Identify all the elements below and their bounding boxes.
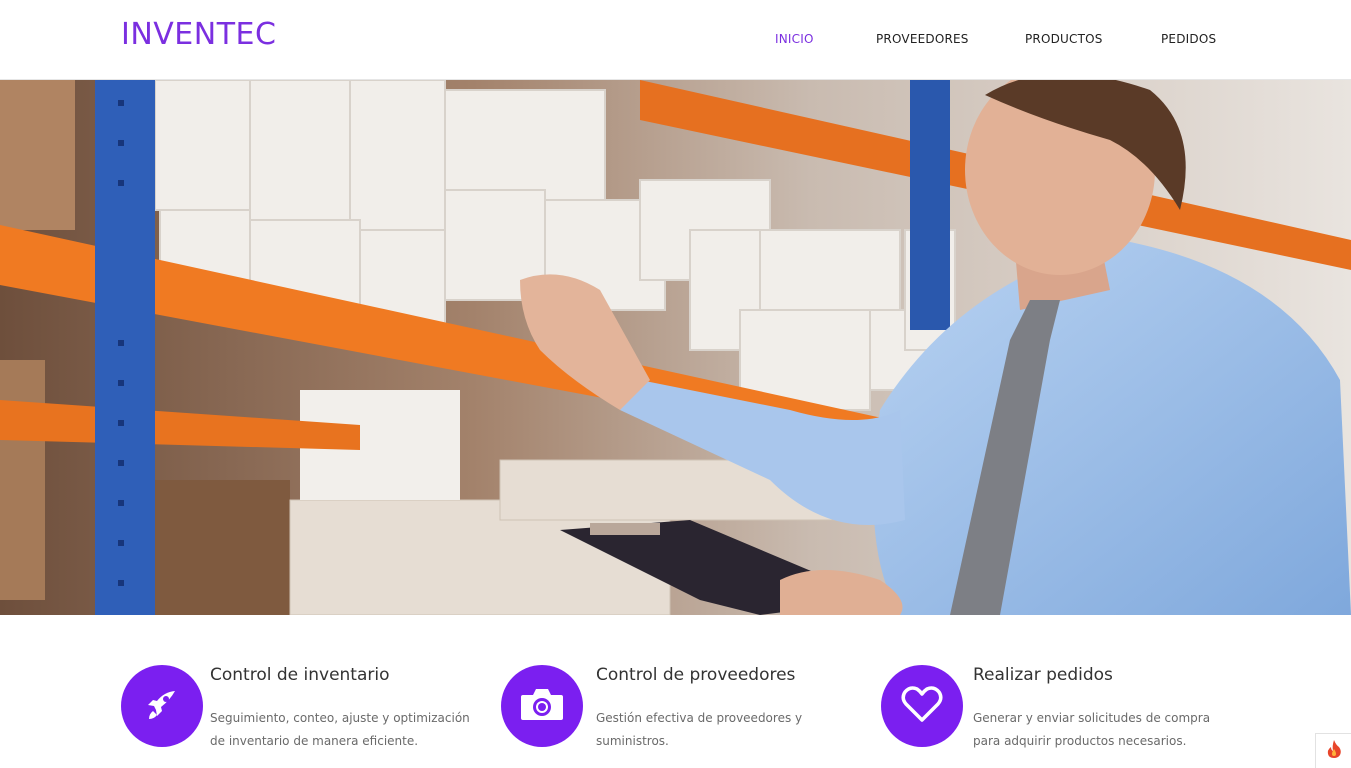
nav-link-productos[interactable]: PRODUCTOS (1025, 32, 1103, 46)
flame-icon (1325, 739, 1343, 764)
nav-link-pedidos[interactable]: PEDIDOS (1161, 32, 1216, 46)
feature-title: Realizar pedidos (973, 665, 1113, 685)
heart-icon (900, 684, 944, 729)
feature-inventario: Control de inventario Seguimiento, conte… (121, 665, 481, 755)
feature-description: Seguimiento, conteo, ajuste y optimizaci… (210, 711, 470, 748)
warehouse-photo (0, 80, 1351, 615)
feature-description: Gestión efectiva de proveedores y sumini… (596, 711, 803, 748)
nav-link-proveedores[interactable]: PROVEEDORES (876, 32, 969, 46)
camera-icon (519, 684, 565, 729)
feature-pedidos: Realizar pedidos Generar y enviar solici… (881, 665, 1241, 755)
rocket-icon (142, 684, 182, 729)
floating-widget[interactable] (1315, 733, 1351, 768)
feature-icon-circle (501, 665, 583, 747)
feature-icon-circle (881, 665, 963, 747)
feature-title: Control de inventario (210, 665, 390, 685)
feature-proveedores: Control de proveedores Gestión efectiva … (501, 665, 861, 755)
feature-description: Generar y enviar solicitudes de compra p… (973, 711, 1211, 748)
hero-image (0, 80, 1351, 615)
brand-logo[interactable]: INVENTEC (121, 17, 276, 52)
navbar: INVENTEC INICIO PROVEEDORES PRODUCTOS PE… (0, 0, 1351, 80)
feature-title: Control de proveedores (596, 665, 796, 685)
features-section: Control de inventario Seguimiento, conte… (0, 615, 1351, 768)
feature-icon-circle (121, 665, 203, 747)
nav-link-inicio[interactable]: INICIO (775, 32, 814, 46)
